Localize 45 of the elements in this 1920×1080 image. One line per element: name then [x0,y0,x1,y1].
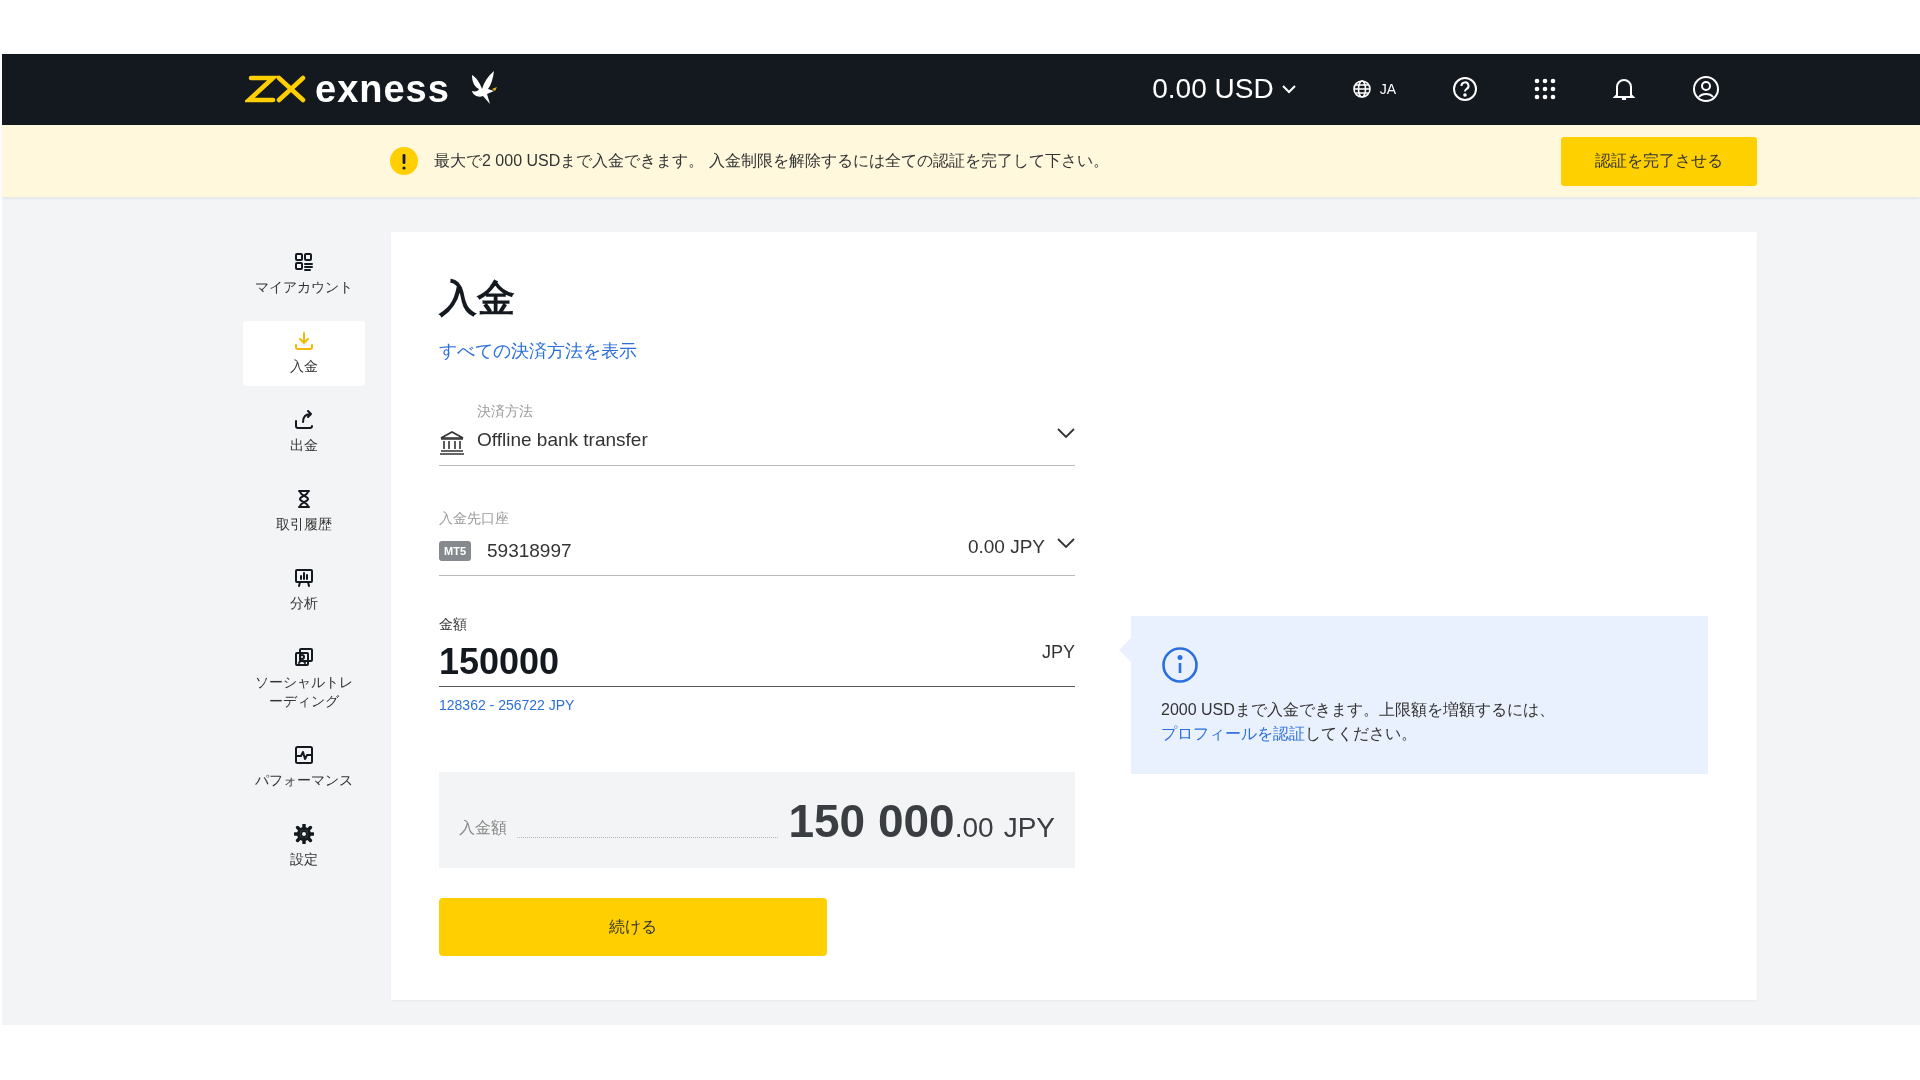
warning-icon [390,147,418,176]
sidebar-item[interactable]: 出金 [243,400,365,466]
amount-input[interactable]: 150000 [439,642,839,682]
verify-profile-link[interactable]: プロフィールを認証 [1161,725,1305,743]
deposit-limit-message: 2000 USDまで入金できます。上限額を増額するには、 プロフィールを認証してください。 [1161,700,1556,745]
apps-grid-icon[interactable] [1534,78,1556,101]
download-icon [294,331,314,352]
activity-chart-icon [294,744,314,765]
payment-method-select[interactable]: 決済方法 Offline bank transfer [439,401,1075,466]
balance-dropdown[interactable]: 0.00 USD [1152,68,1296,111]
all-payment-methods-link[interactable]: すべての決済方法を表示 [439,341,637,361]
deposit-total-label: 入金額 [459,818,507,838]
help-icon[interactable] [1452,76,1478,103]
deposit-total-amount: 150 000.00 JPY [788,798,1055,844]
chevron-down-icon [1281,84,1296,95]
logo-text: exness [315,70,450,109]
upload-icon [294,410,314,431]
sidebar-item[interactable]: 分析 [243,557,365,623]
bell-icon[interactable] [1612,76,1636,103]
chevron-down-icon [1057,537,1075,549]
complete-verification-button[interactable]: 認証を完了させる [1561,136,1757,186]
limit-warning-text: 最大で2 000 USDまで入金できます。 入金制限を解除するには全ての認証を完了して下さい。 [434,151,1109,172]
sidebar-item[interactable]: 取引履歴 [243,479,365,544]
dashboard-icon [294,252,314,273]
sidebar-item[interactable]: 入金 [243,321,365,387]
settings-icon [294,823,314,844]
user-icon[interactable] [1692,75,1720,104]
account-select[interactable]: 入金先口座 MT5 59318997 0.00 JPY [439,507,1075,576]
info-icon [1161,646,1199,685]
amount-range-text: 128362 - 256722 JPY [439,696,576,715]
sidebar-item[interactable]: マイアカウント [243,242,365,308]
chevron-down-icon [1057,426,1075,439]
presentation-chart-icon [294,567,314,588]
sidebar-item[interactable]: 設定 [243,813,365,879]
currency-label: JPY [1042,641,1075,664]
bank-icon [439,428,465,455]
page-title: 入金 [439,276,516,322]
language-label[interactable]: JA [1379,78,1396,100]
globe-icon[interactable] [1351,79,1372,100]
sidebar-item[interactable]: パフォーマンス [243,734,365,800]
sidebar-item[interactable]: ソーシャルトレーディング [243,636,365,721]
portrait-cards-icon [294,646,314,667]
amount-label: 金額 [439,615,468,634]
logo-mark-icon [245,74,307,105]
continue-button[interactable]: 続ける [439,898,827,956]
